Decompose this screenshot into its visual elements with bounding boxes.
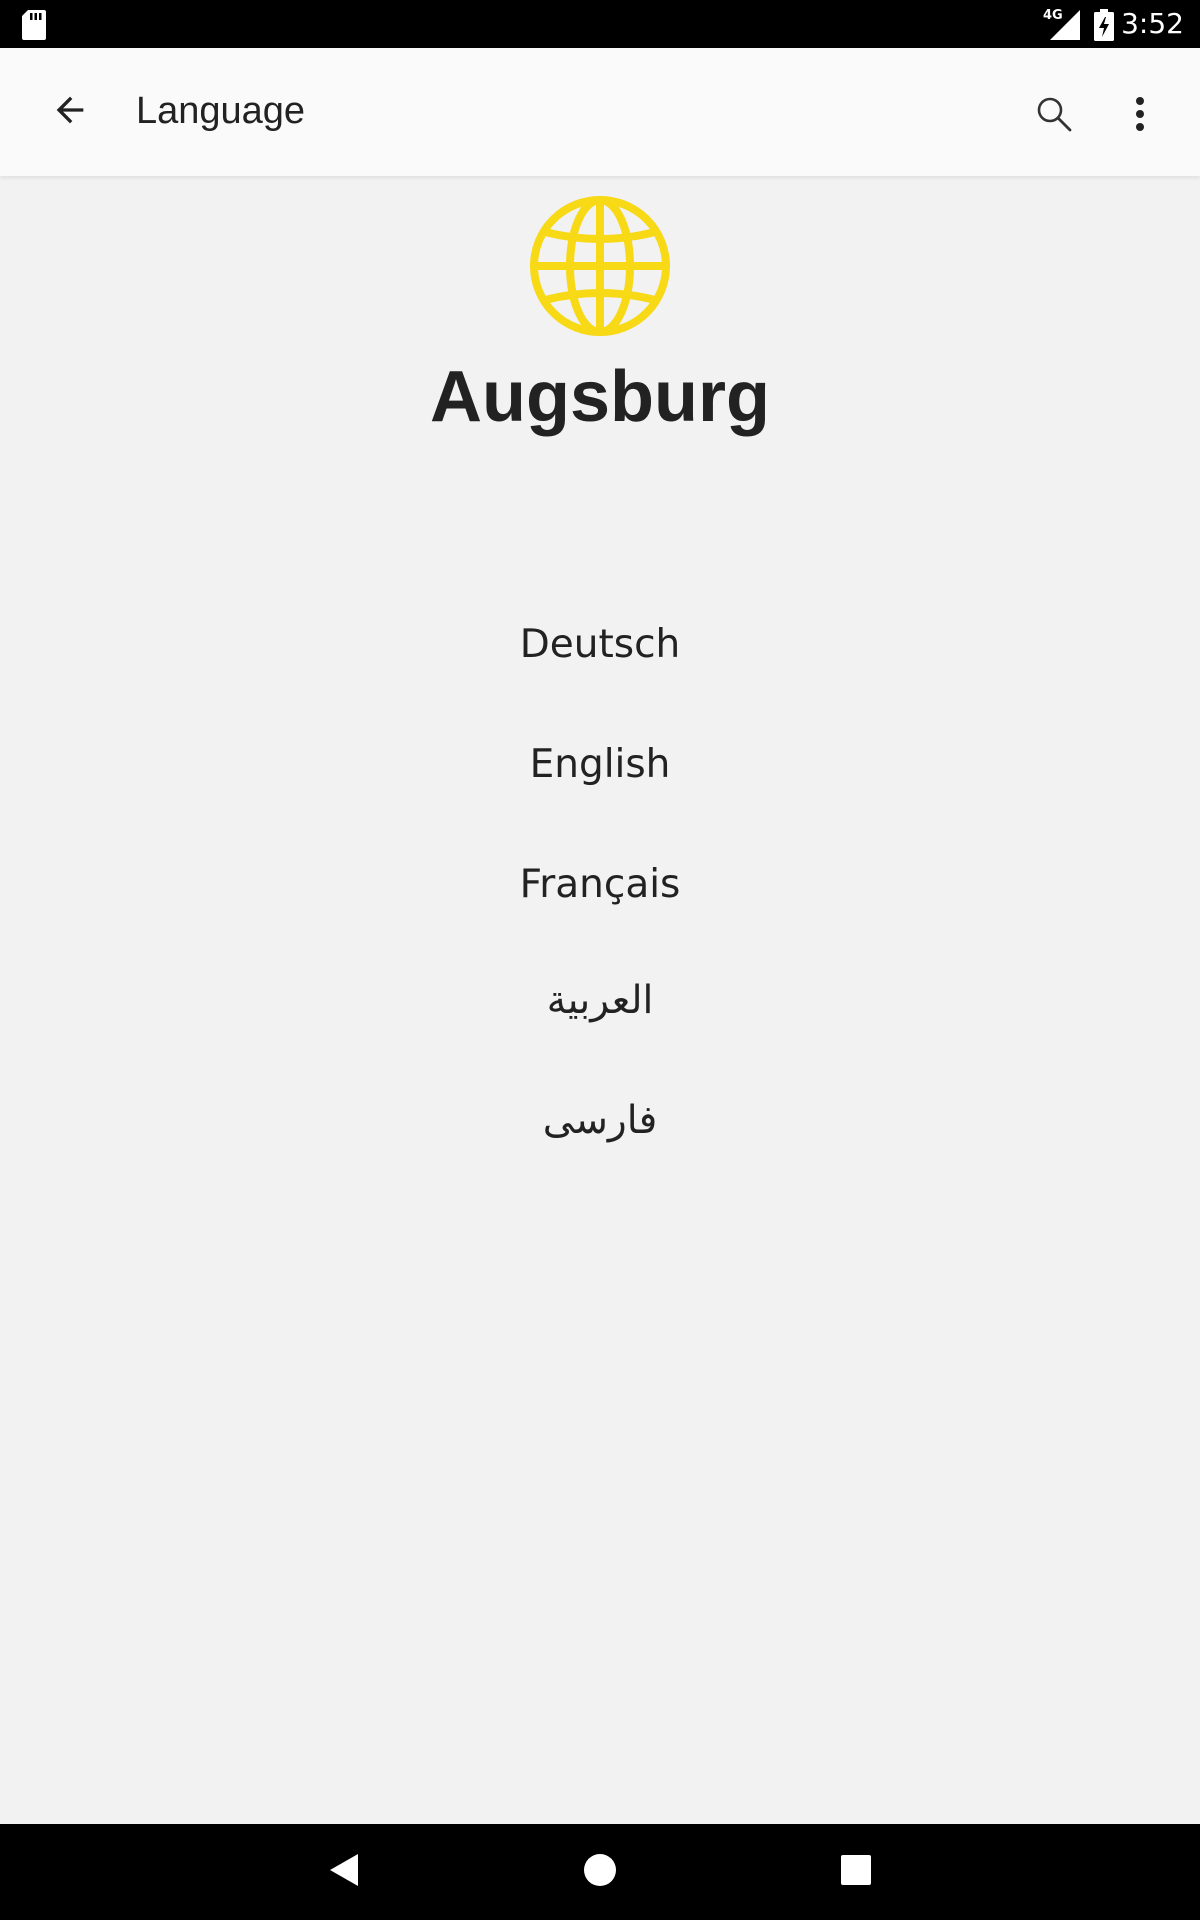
nav-back-button[interactable] [314, 1842, 374, 1902]
city-name: Augsburg [430, 357, 770, 437]
language-item-farsi[interactable]: فارسی [400, 1076, 800, 1166]
system-nav-bar [0, 1824, 1200, 1920]
language-item-francais[interactable]: Français [400, 840, 800, 930]
more-options-button[interactable] [1112, 88, 1168, 144]
home-circle-icon [583, 1853, 617, 1892]
status-clock: 3:52 [1121, 7, 1184, 40]
more-vert-icon [1134, 96, 1146, 137]
battery-charging-icon [1094, 9, 1114, 46]
app-bar: Language [0, 48, 1200, 176]
language-item-english[interactable]: English [400, 720, 800, 810]
sd-card-icon [22, 10, 46, 45]
page-title: Language [136, 90, 306, 132]
recents-square-icon [841, 1854, 871, 1890]
nav-recents-button[interactable] [826, 1842, 886, 1902]
signal-icon [1046, 10, 1080, 45]
status-bar: 4G 3:52 [0, 0, 1200, 48]
language-item-deutsch[interactable]: Deutsch [400, 600, 800, 690]
globe-icon [528, 194, 672, 338]
back-arrow-icon [50, 90, 90, 135]
nav-home-button[interactable] [570, 1842, 630, 1902]
search-button[interactable] [1026, 88, 1082, 144]
back-triangle-icon [328, 1852, 360, 1893]
language-item-arabic[interactable]: العربية [400, 956, 800, 1046]
back-button[interactable] [36, 84, 104, 140]
search-icon [1035, 95, 1073, 138]
